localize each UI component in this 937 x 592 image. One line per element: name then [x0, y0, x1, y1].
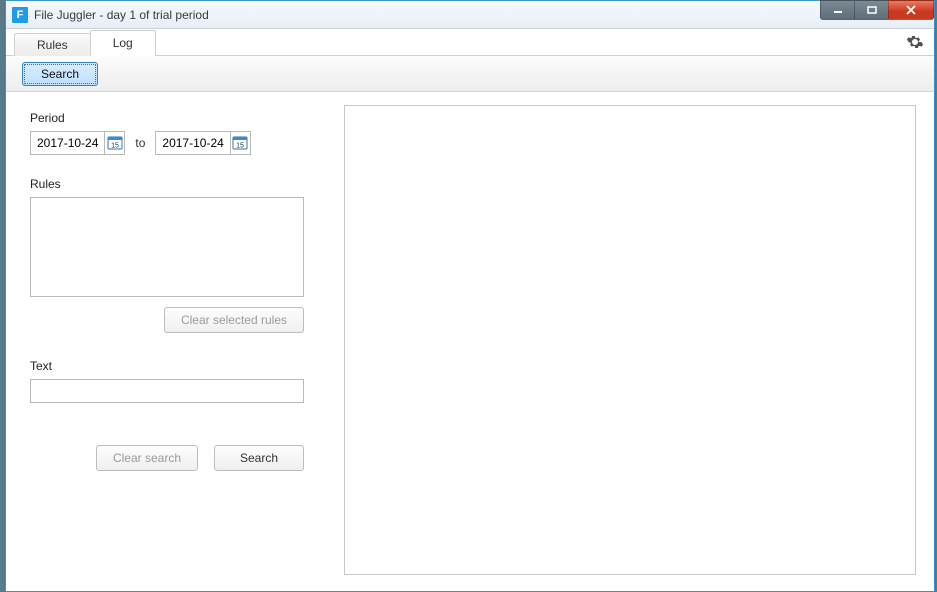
date-from-picker-button[interactable]: 15	[104, 132, 124, 154]
tab-rules[interactable]: Rules	[14, 33, 91, 56]
date-to-field[interactable]: 2017-10-24 15	[155, 131, 250, 155]
toolbar-search-button[interactable]: Search	[22, 62, 98, 86]
app-window: F File Juggler - day 1 of trial period R…	[5, 0, 935, 592]
date-to-picker-button[interactable]: 15	[230, 132, 250, 154]
rules-listbox[interactable]	[30, 197, 304, 297]
rules-actions: Clear selected rules	[30, 307, 304, 333]
date-from-field[interactable]: 2017-10-24 15	[30, 131, 125, 155]
clear-selected-rules-button[interactable]: Clear selected rules	[164, 307, 304, 333]
calendar-icon: 15	[232, 135, 248, 151]
calendar-icon: 15	[107, 135, 123, 151]
search-actions: Clear search Search	[30, 445, 304, 471]
toolbar: Search	[6, 56, 934, 92]
period-to-label: to	[135, 136, 145, 150]
tab-log[interactable]: Log	[90, 30, 156, 56]
search-panel: Period 2017-10-24 15 to 2017-10-24 15 Ru…	[6, 93, 336, 591]
results-panel	[336, 93, 934, 591]
window-controls	[820, 0, 934, 20]
rules-label: Rules	[30, 177, 312, 191]
tab-bar: Rules Log	[6, 29, 934, 56]
window-title: File Juggler - day 1 of trial period	[34, 8, 209, 22]
close-icon	[905, 5, 917, 15]
text-label: Text	[30, 359, 312, 373]
date-from-value: 2017-10-24	[31, 132, 104, 154]
gear-icon	[906, 33, 924, 51]
content-area: Period 2017-10-24 15 to 2017-10-24 15 Ru…	[6, 93, 934, 591]
search-button[interactable]: Search	[214, 445, 304, 471]
close-button[interactable]	[888, 0, 934, 20]
app-icon: F	[12, 7, 28, 23]
titlebar: F File Juggler - day 1 of trial period	[6, 1, 934, 29]
date-to-value: 2017-10-24	[156, 132, 229, 154]
minimize-icon	[833, 6, 843, 14]
text-search-input[interactable]	[30, 379, 304, 403]
maximize-icon	[867, 6, 877, 14]
period-label: Period	[30, 111, 312, 125]
settings-button[interactable]	[906, 33, 924, 51]
svg-text:15: 15	[236, 143, 244, 150]
period-row: 2017-10-24 15 to 2017-10-24 15	[30, 131, 312, 155]
clear-search-button[interactable]: Clear search	[96, 445, 198, 471]
svg-text:15: 15	[111, 143, 119, 150]
maximize-button[interactable]	[854, 0, 888, 20]
minimize-button[interactable]	[820, 0, 854, 20]
log-results-list[interactable]	[344, 105, 916, 575]
